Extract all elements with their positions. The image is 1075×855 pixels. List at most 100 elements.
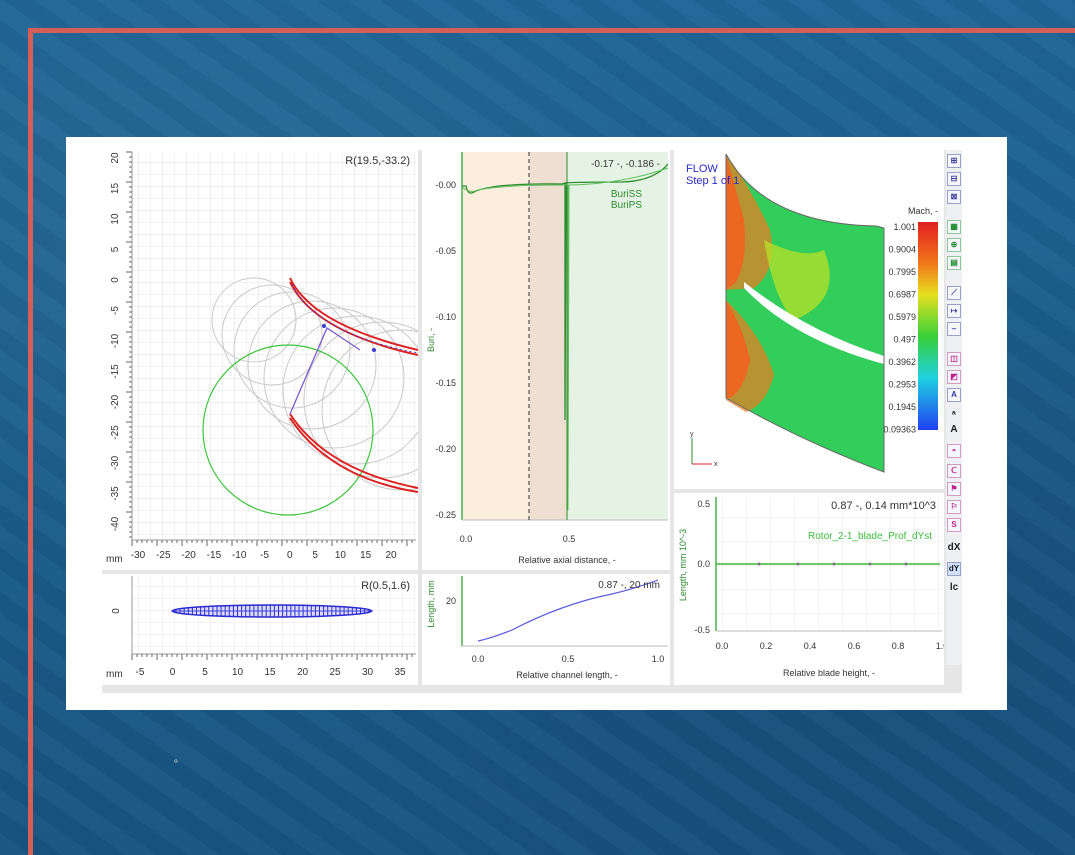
contour-edit-icon[interactable]: ◩ bbox=[947, 370, 961, 384]
profile-x-tick-label: -25 bbox=[156, 550, 171, 561]
curve-flag-icon[interactable]: ⚑ bbox=[947, 482, 961, 496]
colorbar-tick-label: 0.09363 bbox=[883, 425, 916, 435]
plan-x-tick-label: 30 bbox=[362, 667, 374, 678]
profile-y-tick-label: -5 bbox=[110, 306, 121, 315]
colorbar-tick-label: 1.001 bbox=[893, 222, 916, 232]
plan-x-tick-label: 5 bbox=[202, 667, 208, 678]
colorbar-tick-label: 0.6987 bbox=[888, 290, 916, 300]
plan-x-tick-label: 10 bbox=[232, 667, 244, 678]
plan-y-tick-label: 0 bbox=[111, 608, 122, 614]
channel-y-tick-label: 20 bbox=[446, 596, 456, 606]
profile-coordinate-readout: R(19.5,-33.2) bbox=[345, 155, 410, 167]
colorbar-tick-label: 0.2953 bbox=[888, 380, 916, 390]
plot-baseline-icon[interactable]: ⎯ bbox=[947, 322, 961, 336]
buri-plot[interactable]: -0.17 -, -0.186 - BuriSS BuriPS -0.00-0.… bbox=[422, 150, 670, 570]
blade-deviation-x-tick-label: 1.0 bbox=[936, 641, 944, 651]
plan-view-plot[interactable]: R(0.5,1.6) mm 0 -5 0 5 10 15 20 25 30 35 bbox=[102, 574, 418, 685]
channel-length-plot[interactable]: 0.87 -, 20 mm 20 Length, mm 0.0 0.5 1.0 Re… bbox=[422, 574, 670, 685]
curve-s-icon[interactable]: S bbox=[947, 518, 961, 532]
view-pan-icon[interactable]: ⊟ bbox=[947, 172, 961, 186]
blade-deviation-x-tick-label: 0.6 bbox=[848, 641, 861, 651]
channel-x-tick-label: 0.5 bbox=[562, 654, 575, 664]
grid-toggle-icon[interactable]: ▦ bbox=[947, 220, 961, 234]
channel-x-tick-label: 0.0 bbox=[472, 654, 485, 664]
contour-icon[interactable]: ◫ bbox=[947, 352, 961, 366]
slide-dot: 。 bbox=[174, 754, 184, 765]
plot-line-icon[interactable]: ⟋ bbox=[947, 286, 961, 300]
buri-zone-leading bbox=[462, 152, 529, 520]
view-fit-icon[interactable]: ⊠ bbox=[947, 190, 961, 204]
buri-legend-ps: BuriPS bbox=[611, 200, 642, 211]
grid-layout-icon[interactable]: ▤ bbox=[947, 256, 961, 270]
profile-y-tick-label: 10 bbox=[110, 213, 121, 225]
right-toolbar: ⊞ ⊟ ⊠ ▦ ⊕ ▤ ⟋ ↦ ⎯ ◫ ◩ A ₐ A ◓ ᑕ ⚑ ⚐ S dX… bbox=[946, 150, 962, 665]
turbomachinery-app-window: R(19.5,-33.2) mm -30 -25 -20 -15 -10 -5 0 5 10 15… bbox=[102, 150, 962, 693]
plot-arrow-icon[interactable]: ↦ bbox=[947, 304, 961, 318]
buri-y-tick-label: -0.15 bbox=[435, 378, 456, 388]
profile-x-tick-label: 20 bbox=[385, 550, 397, 561]
profile-x-tick-label: -15 bbox=[207, 550, 222, 561]
flow-axis-y-label: y bbox=[690, 431, 694, 438]
profile-y-tick-label: -40 bbox=[110, 516, 121, 531]
blade-deviation-plot[interactable]: 0.87 -, 0.14 mm*10^3 Rotor_2-1_blade_Pro… bbox=[674, 493, 944, 685]
blade-deviation-x-tick-labels: 0.0 0.2 0.4 0.6 0.8 1.0 bbox=[716, 641, 944, 651]
profile-y-tick-label: -35 bbox=[110, 486, 121, 501]
slide-frame-left bbox=[28, 28, 33, 855]
profile-x-tick-marks bbox=[131, 540, 413, 546]
blade-deviation-x-tick-label: 0.0 bbox=[716, 641, 729, 651]
font-large-icon[interactable]: A bbox=[947, 388, 961, 402]
blade-profile-panel[interactable]: R(19.5,-33.2) mm -30 -25 -20 -15 -10 -5 0 5 10 15… bbox=[102, 150, 418, 570]
profile-y-tick-label: -10 bbox=[110, 333, 121, 348]
profile-y-tick-label: -15 bbox=[110, 364, 121, 379]
font-small-button[interactable]: A bbox=[947, 424, 961, 438]
profile-x-tick-label: -20 bbox=[181, 550, 196, 561]
flow-contour-panel[interactable]: FLOW Step 1 of 1 Mach, - 1.001 0.9004 0.79… bbox=[674, 150, 944, 489]
dx-button[interactable]: dX bbox=[947, 542, 961, 556]
buri-plot-panel[interactable]: -0.17 -, -0.186 - BuriSS BuriPS -0.00 -0.… bbox=[422, 150, 670, 570]
flow-axis-x-label: x bbox=[714, 461, 718, 468]
profile-y-tick-labels: 20 15 10 5 0 -5 -10 -15 -20 -25 -30 -35 -40 bbox=[110, 152, 121, 531]
profile-y-tick-label: -30 bbox=[110, 455, 121, 470]
plan-x-tick-label: 0 bbox=[170, 667, 176, 678]
dy-button[interactable]: dY bbox=[947, 562, 961, 576]
blade-deviation-x-axis-label: Relative blade height, - bbox=[783, 668, 875, 678]
view-zoom-icon[interactable]: ⊞ bbox=[947, 154, 961, 168]
colorbar-title: Mach, - bbox=[908, 206, 938, 216]
plan-view-panel[interactable]: R(0.5,1.6) mm 0 -5 0 5 10 15 20 25 30 35 bbox=[102, 574, 418, 685]
plan-x-tick-label: 15 bbox=[264, 667, 276, 678]
plan-x-tick-label: -5 bbox=[136, 667, 145, 678]
blade-deviation-panel[interactable]: 0.87 -, 0.14 mm*10^3 Rotor_2-1_blade_Pro… bbox=[674, 493, 944, 685]
blade-deviation-series-label: Rotor_2-1_blade_Prof_dYst bbox=[808, 531, 932, 542]
plan-unit-label: mm bbox=[106, 669, 123, 680]
grid-add-icon[interactable]: ⊕ bbox=[947, 238, 961, 252]
flow-contour-plot[interactable]: FLOW Step 1 of 1 Mach, - 1.001 0.9004 0.79… bbox=[674, 150, 944, 489]
colorbar-tick-label: 0.7995 bbox=[888, 267, 916, 277]
curve-icon[interactable]: ᑕ bbox=[947, 464, 961, 478]
channel-x-axis-label: Relative channel length, - bbox=[516, 670, 618, 680]
blade-deviation-y-axis-label: Length, mm 10^-3 bbox=[678, 529, 688, 601]
blade-deviation-y-tick-top: 0.5 bbox=[697, 499, 710, 509]
profile-marker bbox=[322, 324, 326, 328]
profile-x-tick-label: 10 bbox=[335, 550, 347, 561]
blade-deviation-y-tick-bottom: -0.5 bbox=[694, 625, 710, 635]
profile-unit-label: mm bbox=[106, 554, 123, 565]
blade-profile-plot[interactable]: R(19.5,-33.2) mm -30 -25 -20 -15 -10 -5 0 5 10 15… bbox=[102, 150, 418, 570]
font-settings-icon[interactable]: ₐ bbox=[947, 406, 961, 420]
blade-deviation-x-tick-label: 0.4 bbox=[804, 641, 817, 651]
buri-x-tick-label: 0.0 bbox=[460, 534, 473, 544]
buri-x-tick-label: 0.5 bbox=[563, 534, 576, 544]
colorbar-tick-label: 0.3962 bbox=[888, 357, 916, 367]
blade-deviation-y-tick-mid: 0.0 bbox=[697, 559, 710, 569]
channel-length-panel[interactable]: 0.87 -, 20 mm 20 Length, mm 0.0 0.5 1.0 Re… bbox=[422, 574, 670, 685]
lc-button[interactable]: lc bbox=[947, 582, 961, 596]
flow-title: FLOW bbox=[686, 163, 718, 175]
channel-x-tick-labels: 0.0 0.5 1.0 bbox=[472, 654, 665, 664]
plan-x-tick-labels: -5 0 5 10 15 20 25 30 35 bbox=[136, 667, 406, 678]
buri-y-tick-label: -0.05 bbox=[435, 246, 456, 256]
plan-x-tick-label: 25 bbox=[329, 667, 341, 678]
profile-x-tick-label: -30 bbox=[131, 550, 146, 561]
profile-y-tick-marks bbox=[126, 151, 132, 538]
mesh-icon[interactable]: ◓ bbox=[947, 444, 961, 458]
profile-x-tick-labels: -30 -25 -20 -15 -10 -5 0 5 10 15 20 bbox=[131, 550, 397, 561]
curve-marker-icon[interactable]: ⚐ bbox=[947, 500, 961, 514]
